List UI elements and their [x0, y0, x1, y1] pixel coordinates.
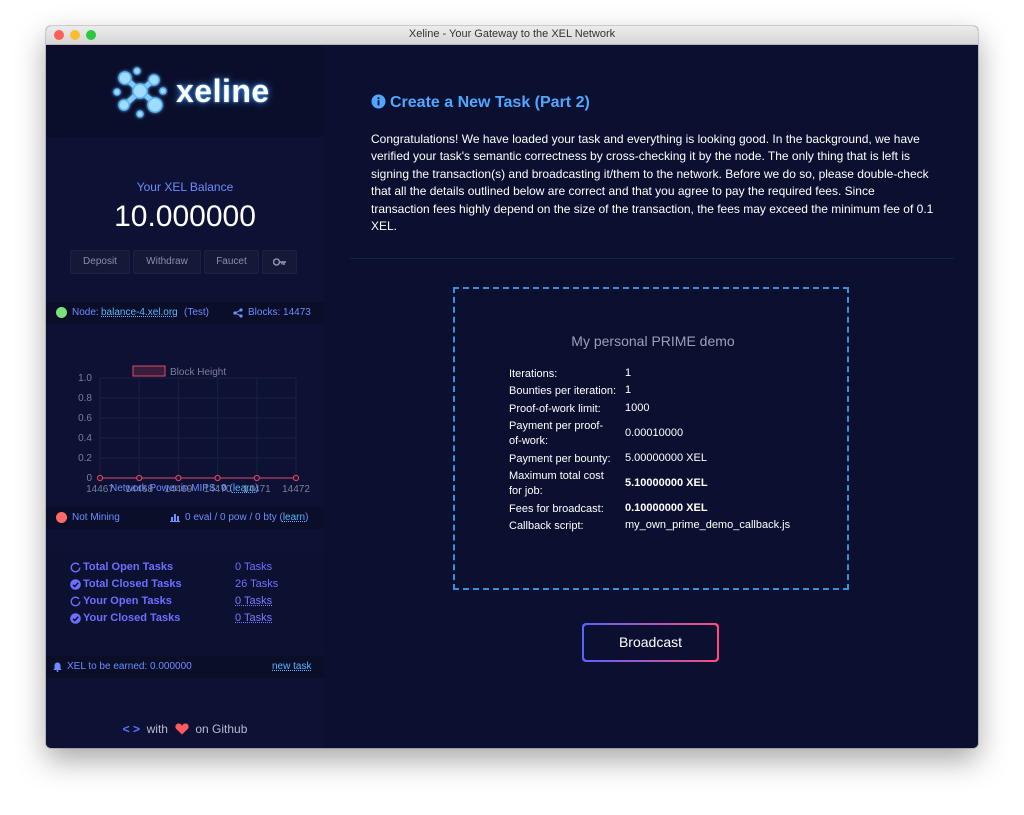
node-status-dot: [56, 307, 67, 318]
faucet-button[interactable]: Faucet: [204, 250, 259, 274]
block-height-chart-svg: 1.00.80.60.40.20 14467 14468 14469 14470 144…: [78, 365, 310, 495]
detail-label: Iterations:: [509, 368, 558, 380]
detail-label: Callback script:: [509, 520, 584, 532]
balance-value: 10.000000: [114, 200, 256, 233]
task-label: Total Closed Tasks: [83, 578, 182, 590]
bell-icon: [53, 662, 62, 672]
task-value: 26 Tasks: [235, 578, 279, 590]
y-tick-label: 0.6: [78, 413, 92, 424]
new-task-link[interactable]: new task: [272, 661, 311, 672]
detail-label: Bounties per iteration:: [509, 385, 617, 397]
check-circle-icon: [70, 579, 81, 590]
detail-value: 0.10000000 XEL: [625, 502, 708, 514]
xel-to-be-earned: XEL to be earned: 0.000000: [67, 661, 192, 672]
mining-status-bar: Not Mining 0 eval / 0 pow / 0 bty (learn…: [46, 507, 324, 529]
detail-value: 0.00010000: [625, 427, 684, 439]
detail-value: 5.00000000 XEL: [625, 452, 707, 464]
page-title: Create a New Task (Part 2): [371, 94, 590, 112]
mining-stats: 0 eval / 0 pow / 0 bty (learn): [185, 512, 309, 523]
earn-bar: XEL to be earned: 0.000000 new task: [46, 656, 324, 678]
broadcast-button[interactable]: Broadcast: [582, 623, 719, 662]
mining-stats-text: 0 eval / 0 pow / 0 bty: [185, 512, 277, 523]
data-point: [214, 474, 221, 482]
detail-label: Proof-of-work limit:: [509, 403, 601, 415]
github-footer[interactable]: < > with on Github: [46, 722, 324, 736]
task-label: Total Open Tasks: [83, 561, 174, 573]
info-icon: [371, 94, 386, 109]
legend-swatch: [132, 365, 166, 377]
node-network: (Test): [184, 307, 209, 318]
logo-text: xeline: [176, 73, 270, 109]
mining-learn-link[interactable]: learn: [283, 512, 305, 523]
detail-label: Payment per bounty:: [509, 453, 611, 465]
legend-label: Block Height: [170, 367, 226, 378]
detail-label: Payment per proof-of-work:: [509, 420, 604, 447]
balance-label: Your XEL Balance: [136, 180, 234, 194]
broadcast-button-label: Broadcast: [584, 625, 717, 660]
y-tick-label: 0.2: [78, 453, 92, 464]
detail-value: 1: [625, 384, 632, 396]
heart-icon: [175, 723, 189, 735]
network-power-label: Network Power in MIPS:: [110, 483, 219, 494]
code-icon: < >: [122, 722, 140, 736]
task-label: Your Open Tasks: [83, 595, 172, 607]
y-tick-label: 1.0: [78, 373, 92, 384]
y-tick-label: 0.4: [78, 433, 92, 444]
check-circle-icon: [70, 613, 81, 624]
detail-value: my_own_prime_demo_callback.js: [625, 519, 791, 531]
y-tick-label: 0: [86, 473, 92, 484]
node-prefix: Node:: [72, 307, 99, 318]
blocks-count: Blocks: 14473: [248, 307, 311, 318]
title-bar: Xeline - Your Gateway to the XEL Network: [46, 26, 978, 45]
key-icon: [272, 258, 286, 266]
data-point: [96, 474, 104, 482]
data-point: [136, 474, 143, 482]
app-window: Xeline - Your Gateway to the XEL Network: [46, 26, 978, 748]
detail-label: Maximum total cost for job:: [509, 470, 604, 497]
network-power: Network Power in MIPS: 0 (learn): [110, 483, 259, 494]
main-content: Create a New Task (Part 2) Congratulatio…: [324, 45, 978, 748]
detail-value: 1: [625, 367, 632, 379]
your-closed-tasks-link[interactable]: 0 Tasks: [235, 612, 272, 624]
footer-with: with: [146, 722, 168, 736]
withdraw-button[interactable]: Withdraw: [133, 250, 201, 274]
y-tick-label: 0.8: [78, 393, 92, 404]
intro-paragraph: Congratulations! We have loaded your tas…: [371, 132, 934, 234]
footer-on-github: on Github: [195, 722, 248, 736]
x-tick-label: 14472: [282, 484, 310, 495]
sidebar: xeline Your XEL Balance 10.000000 Deposi…: [46, 45, 324, 748]
node-status-bar: Node: balance-4.xel.org (Test) Blocks: 1…: [46, 302, 324, 324]
keys-button[interactable]: [262, 250, 297, 274]
data-point: [253, 474, 260, 482]
deposit-button[interactable]: Deposit: [70, 250, 130, 274]
data-point: [292, 474, 300, 482]
task-label: Your Closed Tasks: [83, 612, 181, 624]
mining-status-dot: [56, 512, 67, 523]
node-host-link[interactable]: balance-4.xel.org: [101, 307, 178, 318]
mining-status-text: Not Mining: [72, 512, 120, 523]
xeline-logo-icon: [113, 67, 167, 118]
block-height-chart: 1.0 0.8 0.6 0.4 0.2 0 14467 14468 14469 14470 144…: [46, 325, 324, 498]
share-icon: [233, 308, 243, 318]
network-power-value: 0: [221, 483, 227, 494]
detail-value: 5.10000000 XEL: [625, 477, 708, 489]
your-open-tasks-link[interactable]: 0 Tasks: [235, 595, 272, 607]
divider: [350, 258, 954, 259]
bar-chart-icon: [170, 514, 180, 522]
data-point: [175, 474, 182, 482]
logo-area: xeline: [46, 45, 324, 137]
circle-outline-icon: [70, 562, 81, 573]
window-title: Xeline - Your Gateway to the XEL Network: [408, 28, 616, 40]
task-summary-box: My personal PRIME demo Iterations: 1 Bou…: [453, 287, 849, 590]
circle-outline-icon: [70, 596, 81, 607]
page-title-text: Create a New Task (Part 2): [390, 94, 590, 111]
detail-label: Fees for broadcast:: [509, 503, 604, 515]
network-power-learn-link[interactable]: learn: [233, 483, 255, 494]
detail-value: 1000: [625, 402, 650, 414]
task-value: 0 Tasks: [235, 561, 273, 573]
tasks-summary: Total Open Tasks 0 Tasks Total Closed Ta…: [46, 550, 324, 655]
task-name: My personal PRIME demo: [571, 333, 735, 349]
